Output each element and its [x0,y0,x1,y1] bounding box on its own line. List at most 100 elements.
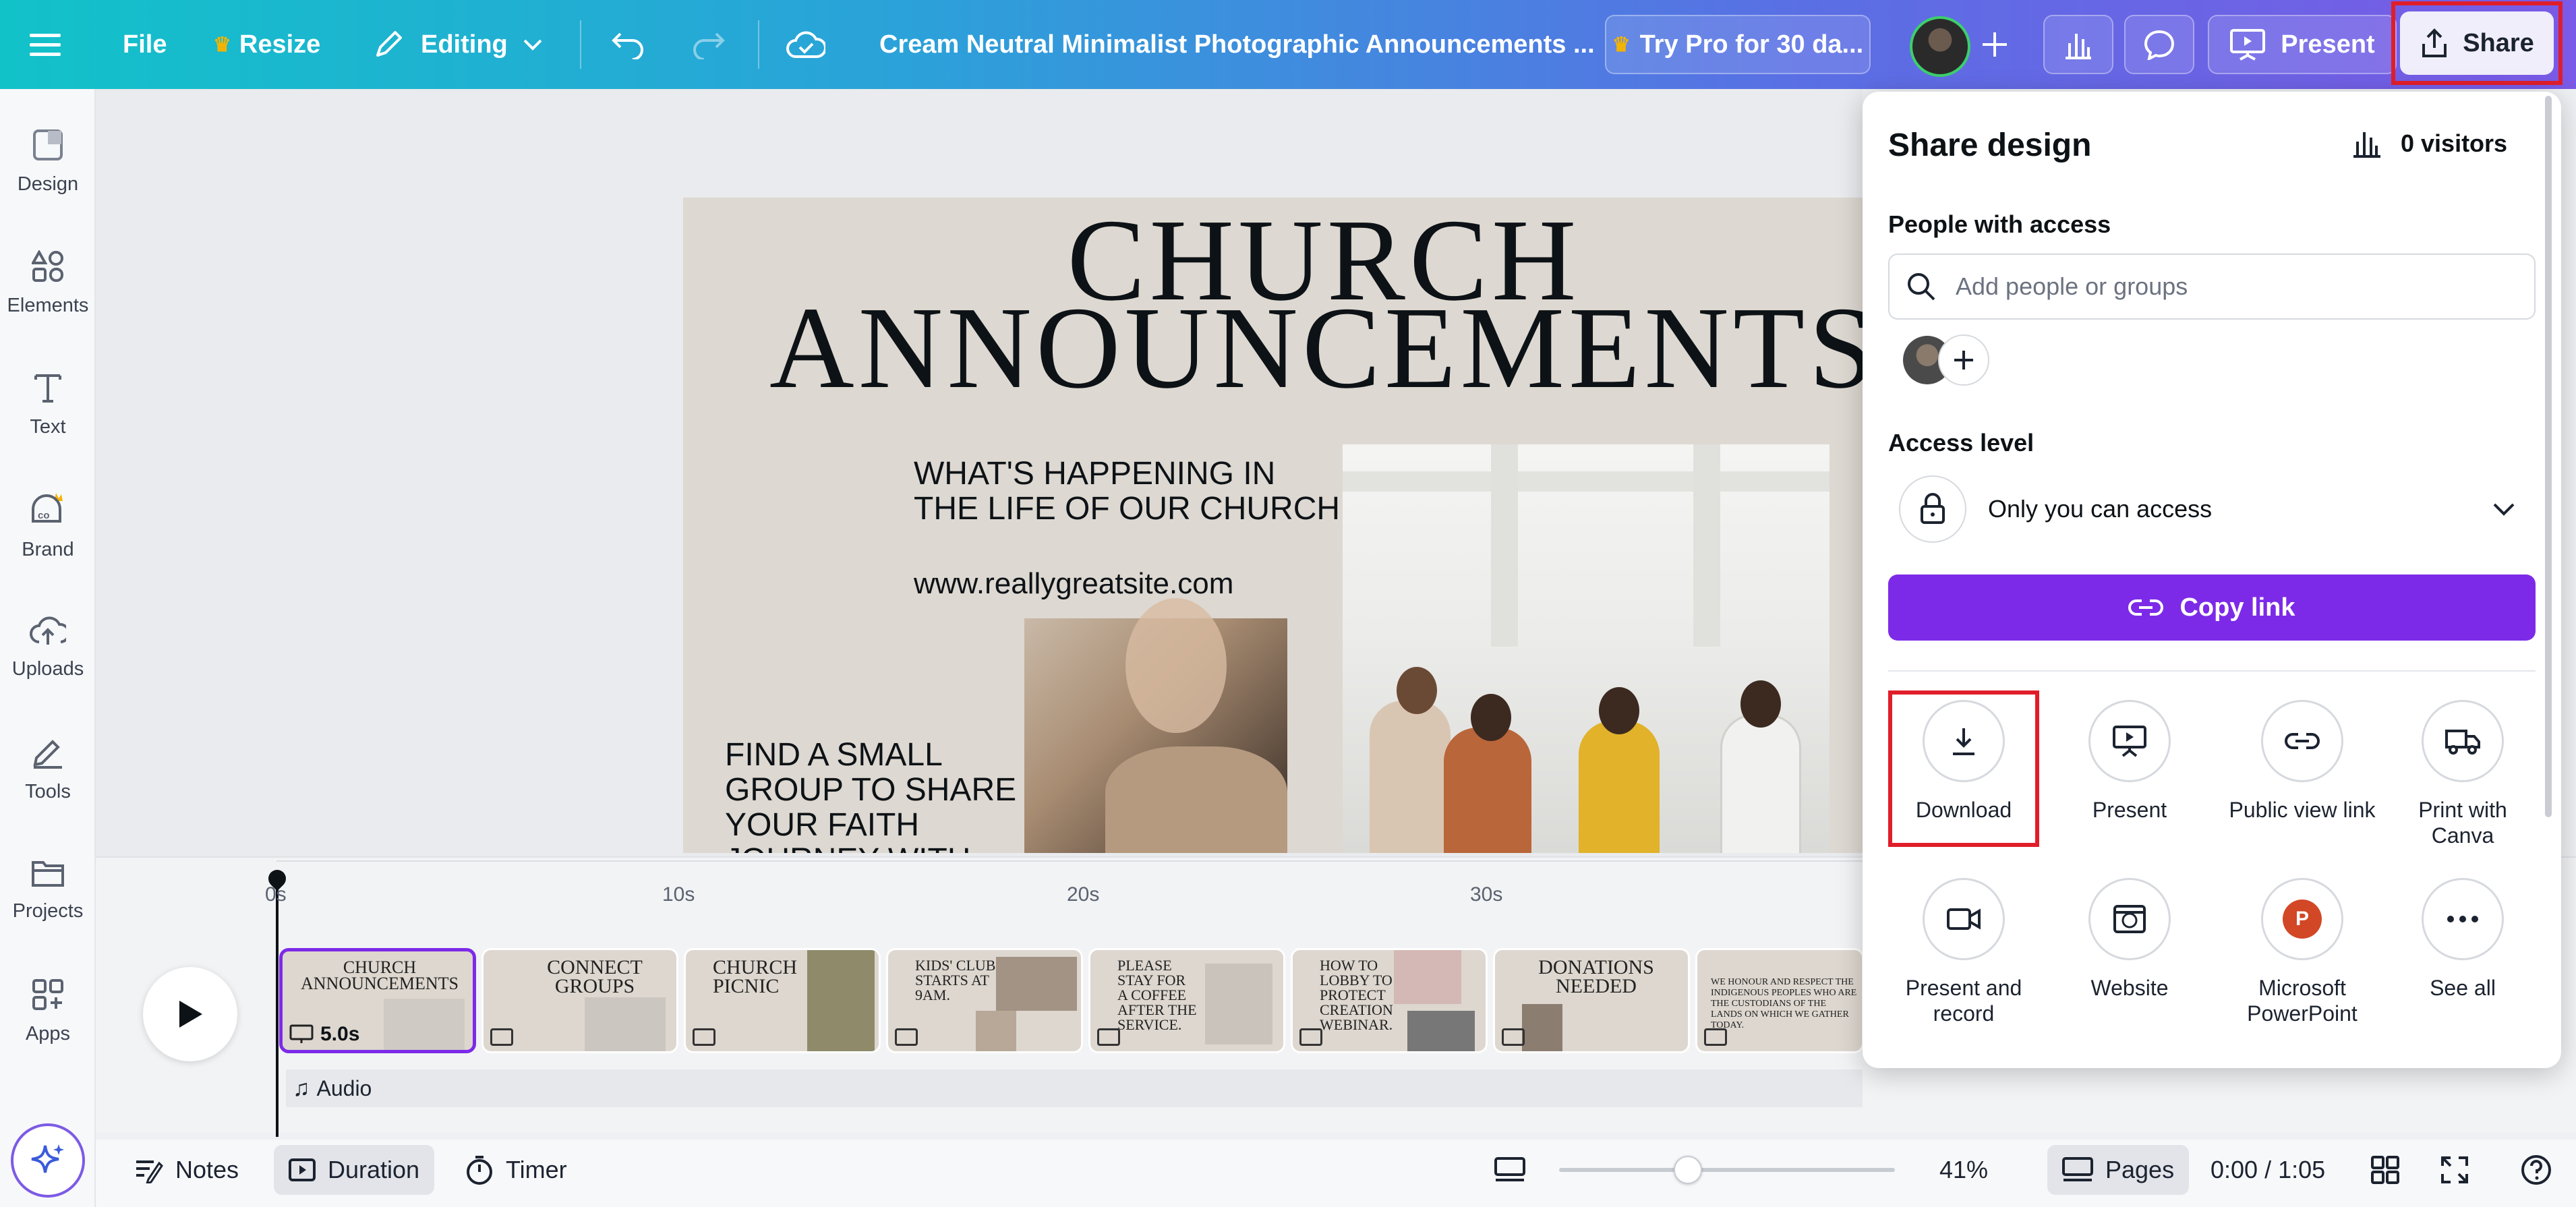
resize-button[interactable]: ♛ Resize [213,0,320,89]
access-level-dropdown[interactable]: Only you can access [1888,469,2536,549]
slide-find-line3[interactable]: YOUR FAITH [725,807,919,844]
comments-button[interactable] [2124,15,2194,74]
panel-scrollbar[interactable] [2545,96,2552,817]
play-icon [175,998,205,1030]
resize-label: Resize [239,30,320,59]
photo-beam [1491,444,1518,647]
music-note-icon: ♫ [293,1076,310,1102]
audio-track[interactable]: ♫ Audio [286,1069,1863,1107]
slide-find-line1[interactable]: FIND A SMALL [725,737,943,773]
copy-link-button[interactable]: Copy link [1888,575,2536,641]
slide-subtitle-line2[interactable]: THE LIFE OF OUR CHURCH [914,492,1340,527]
share-option-download[interactable]: Download [1896,700,2031,823]
bar-chart-icon [2351,129,2383,158]
sidebar-item-text[interactable]: Text [0,351,96,459]
invite-button[interactable] [1980,0,2010,89]
magic-assistant-button[interactable] [11,1123,85,1198]
file-menu[interactable]: File [123,0,167,89]
user-avatar[interactable] [1910,16,1970,77]
slide-title-line2[interactable]: ANNOUNCEMENTS [683,291,1944,405]
try-pro-button[interactable]: ♛ Try Pro for 30 da... [1605,15,1871,74]
apps-icon [32,978,64,1011]
notes-button[interactable]: Notes [134,1156,239,1184]
crown-icon: ♛ [213,33,231,57]
share-option-present[interactable]: Present [2062,700,2197,823]
page-thumbnail[interactable]: HOW TO LOBBY TO PROTECT CREATION WEBINAR… [1291,948,1488,1053]
add-people-input[interactable]: Add people or groups [1888,254,2536,320]
share-option-present-and-record[interactable]: Present and record [1896,878,2031,1026]
pages-label: Pages [2105,1156,2174,1184]
share-option-public-view-link[interactable]: Public view link [2228,700,2376,823]
page-thumbnail[interactable]: PLEASE STAY FOR A COFFEE AFTER THE SERVI… [1088,948,1285,1053]
fullscreen-button[interactable] [2440,1155,2469,1185]
slide-subtitle-line1[interactable]: WHAT'S HAPPENING IN [914,457,1275,492]
timer-icon [465,1155,494,1185]
slide-find-line2[interactable]: GROUP TO SHARE [725,772,1016,808]
share-button[interactable]: Share [2391,1,2563,85]
share-option-print-with-canva[interactable]: Print with Canva [2395,700,2530,848]
grid-view-button[interactable] [2371,1156,2399,1184]
present-small-icon [1299,1028,1322,1046]
pages-button[interactable]: Pages [2047,1145,2189,1195]
comment-icon [2143,29,2175,60]
share-option-microsoft-powerpoint[interactable]: P Microsoft PowerPoint [2228,878,2376,1026]
photo-head [1397,667,1437,714]
truck-icon-wrap [2422,700,2504,782]
page-thumbnail[interactable]: CHURCH PICNIC [684,948,881,1053]
help-button[interactable] [2521,1154,2552,1185]
duration-button[interactable]: Duration [274,1145,434,1195]
playhead[interactable] [276,871,279,1137]
zoom-level[interactable]: 41% [1939,1156,1988,1184]
duration-label: Duration [328,1156,419,1184]
sidebar-item-label: Elements [7,295,89,317]
pencil-icon [372,28,405,61]
photo-person [1579,721,1660,853]
save-status-button[interactable] [786,0,825,89]
slide-website[interactable]: www.reallygreatsite.com [914,567,1233,601]
insights-button[interactable] [2043,15,2113,74]
share-option-website[interactable]: Website [2062,878,2197,1001]
page-thumbnail[interactable]: KIDS' CLUB STARTS AT 9AM. [886,948,1083,1053]
page-thumbnail[interactable]: CONNECT GROUPS [481,948,678,1053]
slide-photo-group[interactable] [1343,444,1829,853]
present-small-icon [1502,1028,1525,1046]
add-collaborator-button[interactable] [1938,334,1989,386]
zoom-slider-thumb[interactable] [1674,1156,1702,1184]
powerpoint-icon-wrap: P [2261,878,2343,960]
sidebar-item-brand[interactable]: co Brand [0,472,96,580]
document-title[interactable]: Cream Neutral Minimalist Photographic An… [879,0,1595,89]
svg-text:co: co [38,510,50,521]
play-button[interactable] [143,967,237,1061]
timeline-tick-0: 0s [265,883,287,906]
zoom-slider[interactable] [1559,1168,1895,1172]
menu-button[interactable] [30,0,61,89]
visitors-button[interactable]: 0 visitors [2351,129,2507,158]
page-thumbnail[interactable]: WE HONOUR AND RESPECT THE INDIGENOUS PEO… [1695,948,1864,1053]
design-slide[interactable]: CHURCH ANNOUNCEMENTS WHAT'S HAPPENING IN… [683,198,1944,853]
share-icon [2420,28,2449,59]
undo-button[interactable] [611,0,646,89]
sidebar-item-projects[interactable]: Projects [0,836,96,944]
present-top-button[interactable]: Present [2208,15,2397,74]
sidebar-item-design[interactable]: Design [0,108,96,216]
slide-photo-woman[interactable] [1024,618,1287,853]
share-option-label: See all [2430,976,2496,1000]
timer-button[interactable]: Timer [465,1155,567,1185]
lock-icon [1919,493,1946,525]
sidebar-item-uploads[interactable]: Uploads [0,593,96,701]
thumbnail-title: WE HONOUR AND RESPECT THE INDIGENOUS PEO… [1711,977,1859,1031]
search-icon [1906,271,1937,302]
editing-mode-button[interactable]: Editing [372,0,543,89]
thumbnail-title: CONNECT GROUPS [510,958,678,996]
slide-find-line4[interactable]: JOURNEY WITH [725,842,970,853]
page-thumbnail[interactable]: CHURCH ANNOUNCEMENTS 5.0s [279,948,476,1053]
link-icon [2285,730,2320,752]
page-thumbnail[interactable]: DONATIONS NEEDED [1493,948,1690,1053]
share-option-label: Present [2092,798,2167,822]
sidebar-item-elements[interactable]: Elements [0,229,96,337]
sidebar-item-tools[interactable]: Tools [0,715,96,823]
sidebar-item-apps[interactable]: Apps [0,958,96,1065]
layout-toggle-button[interactable] [1494,1157,1525,1183]
share-option-see-all[interactable]: See all [2395,878,2530,1001]
redo-button[interactable] [691,0,726,89]
